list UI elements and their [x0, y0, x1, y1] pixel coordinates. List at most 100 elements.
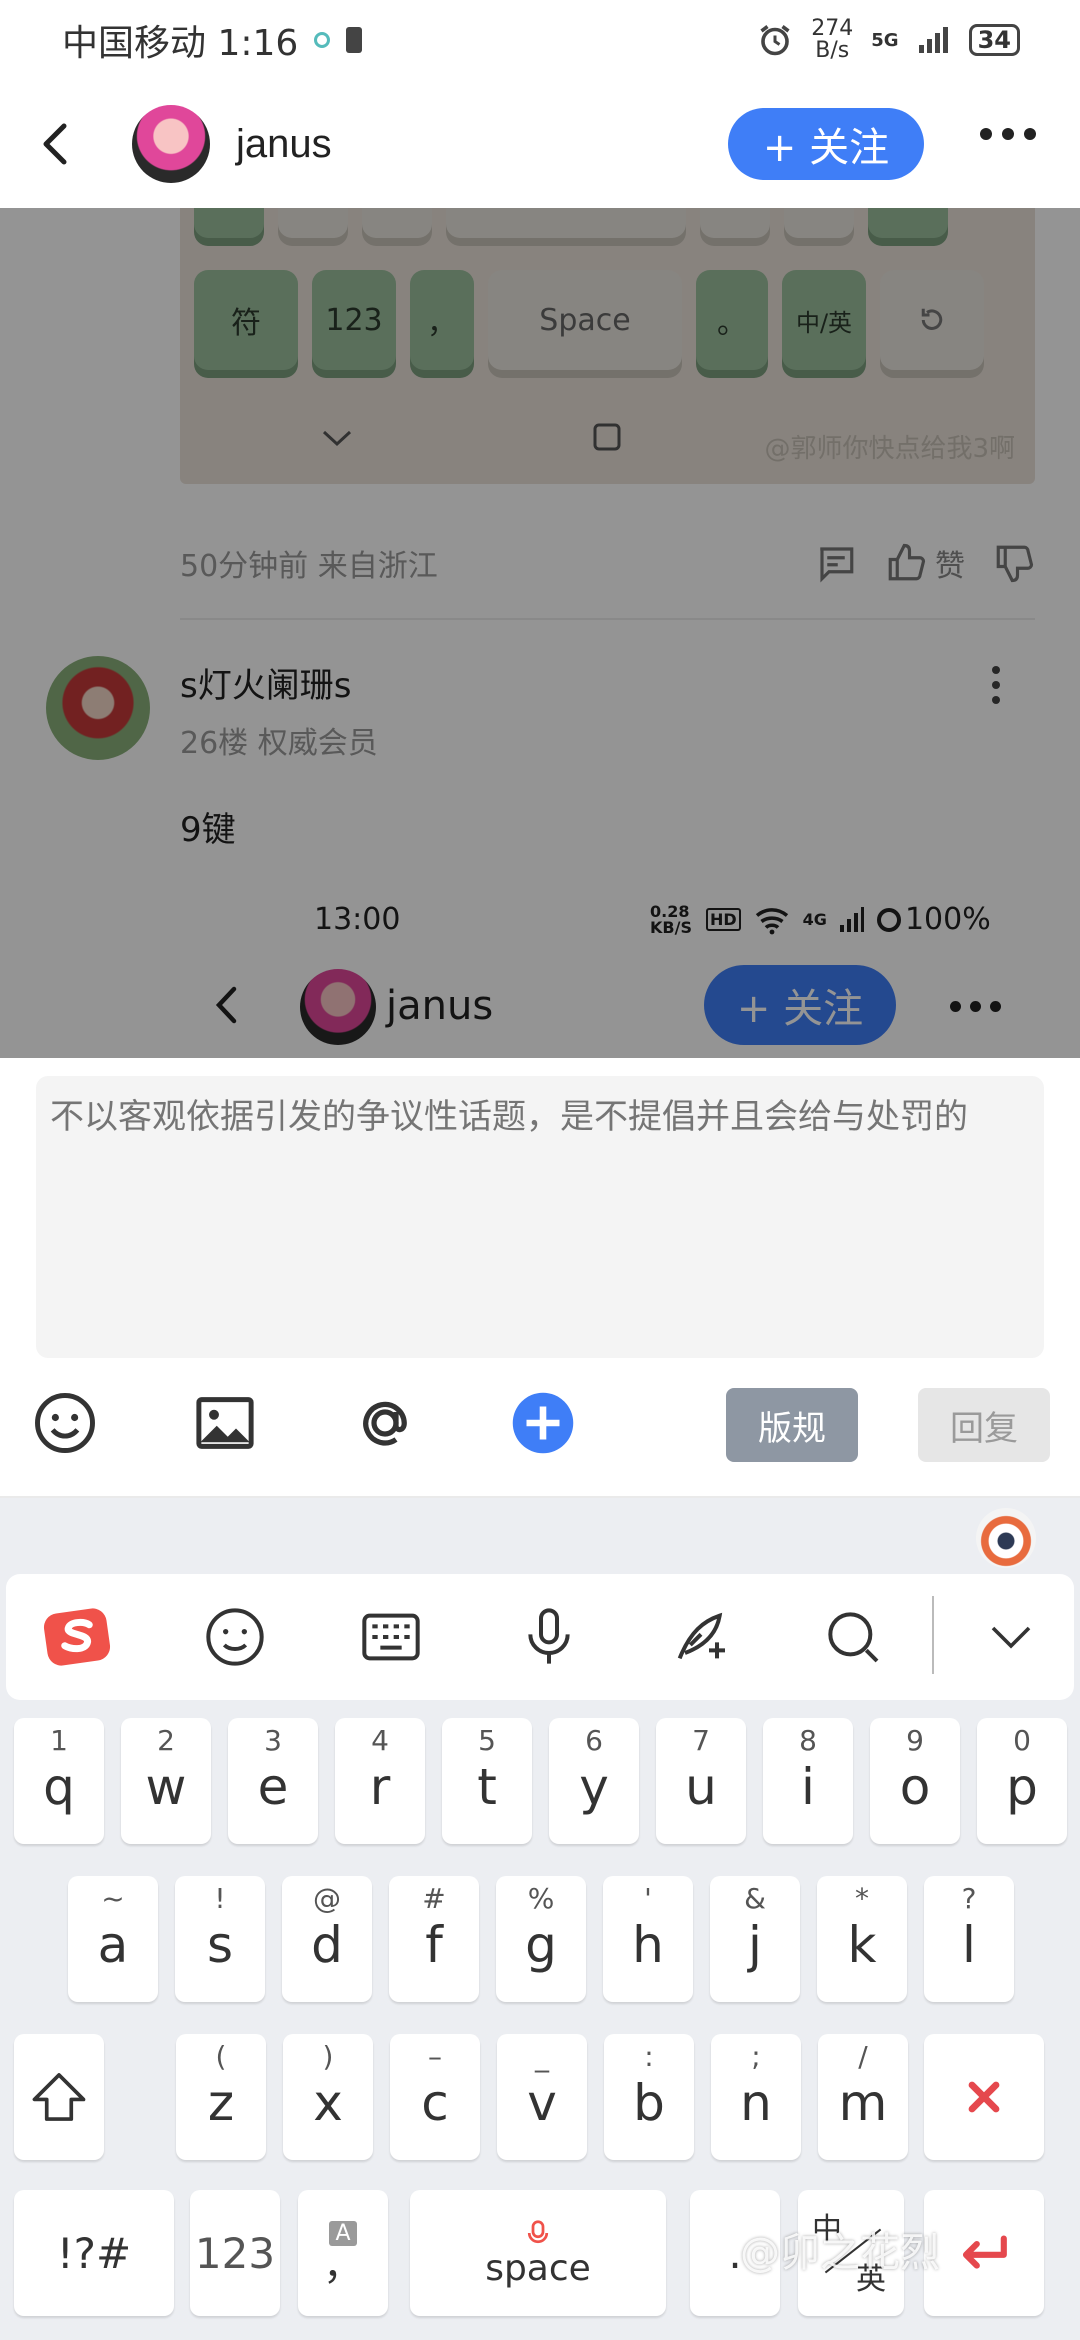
embedded-battery-value: 100%	[904, 902, 991, 937]
key-d[interactable]: @ d	[282, 1876, 372, 2002]
embedded-avatar	[300, 969, 376, 1045]
key-primary-label: w	[145, 1758, 187, 1816]
embedded-nav: janus + 关注	[0, 963, 1080, 1058]
reply-input[interactable]	[36, 1076, 1044, 1358]
rules-button[interactable]: 版规	[726, 1388, 858, 1462]
thread-content: 符 123 ， Space 。 中/英 @郭师你快点给我3啊 50分钟前 来自浙…	[0, 208, 1080, 1058]
comment-more-button[interactable]	[992, 666, 1000, 704]
add-button[interactable]	[508, 1388, 578, 1458]
ime-emoji-button[interactable]	[200, 1602, 270, 1672]
key-z[interactable]: (z	[176, 2034, 266, 2160]
key-secondary-label: 6	[585, 1724, 603, 1757]
image-button[interactable]	[190, 1388, 260, 1458]
net-speed-unit: B/s	[815, 38, 850, 63]
key-y[interactable]: 6y	[549, 1718, 639, 1844]
comment-icon[interactable]	[815, 542, 857, 584]
back-arrow-icon	[43, 123, 67, 165]
at-icon	[363, 1401, 407, 1446]
sim-icon	[346, 27, 363, 53]
key-m[interactable]: / m	[818, 2034, 908, 2160]
alarm-icon	[760, 25, 790, 56]
numbers-key[interactable]: 123	[190, 2190, 280, 2316]
send-reply-button[interactable]: 回复	[918, 1388, 1050, 1462]
symbols-key[interactable]: !?#	[14, 2190, 174, 2316]
key-primary-label: b	[633, 2074, 665, 2132]
post-image[interactable]: 符 123 ， Space 。 中/英 @郭师你快点给我3啊	[180, 208, 1035, 484]
key-h[interactable]: ' h	[603, 1876, 693, 2002]
key-k[interactable]: * k	[817, 1876, 907, 2002]
key-f[interactable]: # f	[389, 1876, 479, 2002]
follow-button[interactable]: + 关注	[728, 108, 924, 180]
battery-indicator: 34	[968, 24, 1020, 56]
key-primary-label: i	[801, 1758, 815, 1816]
ime-voice-button[interactable]	[514, 1602, 584, 1672]
keyboard-icon	[362, 1613, 420, 1661]
key-secondary-label: )	[322, 2040, 334, 2073]
thumbs-up-icon	[888, 543, 926, 581]
delete-key[interactable]	[924, 2034, 1044, 2160]
ime-handwriting-button[interactable]	[666, 1602, 736, 1672]
key-o[interactable]: 9o	[870, 1718, 960, 1844]
key-n[interactable]: ; n	[711, 2034, 801, 2160]
mention-button[interactable]	[350, 1388, 420, 1458]
back-button[interactable]	[30, 119, 80, 169]
key-b[interactable]: :b	[604, 2034, 694, 2160]
key-primary-label: r	[369, 1758, 391, 1816]
key-secondary-label: *	[855, 1882, 869, 1915]
key-q[interactable]: 1q	[14, 1718, 104, 1844]
key-s[interactable]: ! s	[175, 1876, 265, 2002]
key-u[interactable]: 7u	[656, 1718, 746, 1844]
undo-icon	[921, 308, 943, 330]
space-key[interactable]: space	[410, 2190, 666, 2316]
thumbs-down-icon[interactable]	[993, 542, 1035, 584]
key-primary-label: v	[527, 2074, 557, 2132]
key-secondary-label: 8	[799, 1724, 817, 1757]
post-time-location: 50分钟前 来自浙江	[180, 549, 438, 584]
ime-logo-button[interactable]	[42, 1602, 112, 1672]
key-j[interactable]: & j	[710, 1876, 800, 2002]
shift-key[interactable]	[14, 2034, 104, 2160]
emoji-icon	[35, 1393, 95, 1453]
key-p[interactable]: 0p	[977, 1718, 1067, 1844]
key-v[interactable]: _ v	[497, 2034, 587, 2160]
key-primary-label: u	[685, 1758, 717, 1816]
circle-indicator-icon	[314, 32, 331, 48]
key-w[interactable]: 2w	[121, 1718, 211, 1844]
author-name[interactable]: janus	[236, 122, 332, 167]
key-secondary-label: 1	[50, 1724, 68, 1757]
emoji-button[interactable]	[30, 1388, 100, 1458]
key-primary-label: n	[740, 2074, 772, 2132]
like-button[interactable]: 赞	[885, 541, 965, 585]
ime-keyboard-layout-button[interactable]	[356, 1602, 426, 1672]
key-a[interactable]: ~ a	[68, 1876, 158, 2002]
commenter-name[interactable]: s灯火阑珊s	[180, 658, 351, 707]
key-c[interactable]: – c	[390, 2034, 480, 2160]
ime-search-button[interactable]	[818, 1602, 888, 1672]
key-secondary-label: '	[644, 1882, 652, 1915]
sogou-logo-icon	[43, 1608, 111, 1666]
key-primary-label: g	[525, 1916, 557, 1974]
key-e[interactable]: 3e	[228, 1718, 318, 1844]
ime-mascot-icon[interactable]	[976, 1508, 1036, 1568]
commenter-avatar[interactable]	[46, 656, 150, 760]
key-g[interactable]: % g	[496, 1876, 586, 2002]
key-l[interactable]: ? l	[924, 1876, 1014, 2002]
author-avatar[interactable]	[132, 105, 210, 183]
key-x[interactable]: ) x	[283, 2034, 373, 2160]
carrier-time: 中国移动 1:16	[62, 23, 299, 64]
plus-circle-icon	[512, 1392, 574, 1454]
key-primary-label: o	[899, 1758, 931, 1816]
ime-collapse-button[interactable]	[976, 1602, 1046, 1672]
comma-key[interactable]: A ，	[298, 2190, 388, 2316]
comma-label: ，	[323, 2242, 363, 2289]
image-keyrow: 符 123 ， Space 。 中/英	[194, 270, 984, 370]
key-t[interactable]: 5t	[442, 1718, 532, 1844]
key-secondary-label: ;	[751, 2040, 761, 2073]
key-secondary-label: !	[214, 1882, 226, 1915]
key-r[interactable]: 4r	[335, 1718, 425, 1844]
enter-key[interactable]	[924, 2190, 1044, 2316]
key-primary-label: s	[206, 1916, 234, 1974]
more-options-button[interactable]	[980, 128, 1036, 140]
key-i[interactable]: 8i	[763, 1718, 853, 1844]
image-key-lang: 中/英	[782, 270, 866, 370]
